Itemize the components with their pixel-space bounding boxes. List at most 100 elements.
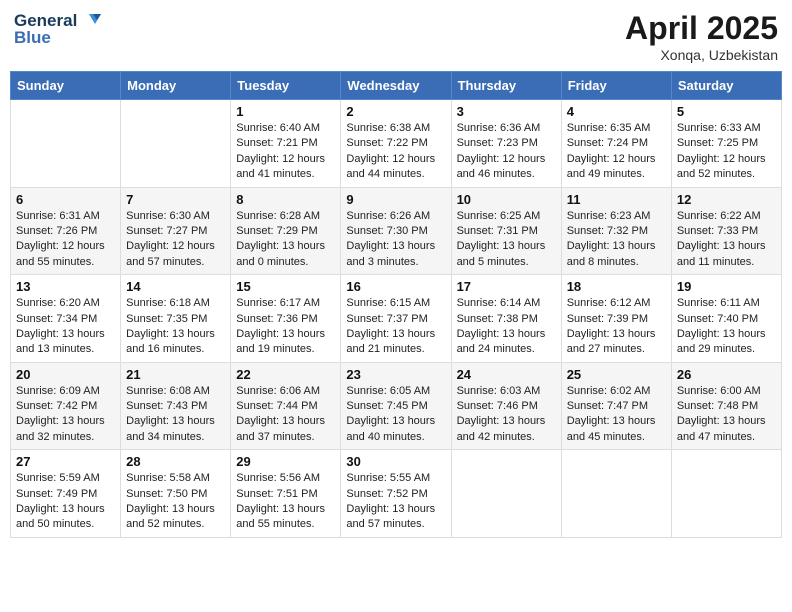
day-number: 8: [236, 192, 335, 207]
day-number: 29: [236, 454, 335, 469]
day-info: Sunrise: 6:31 AMSunset: 7:26 PMDaylight:…: [16, 209, 115, 271]
calendar-cell: 28 Sunrise: 5:58 AMSunset: 7:50 PMDayligh…: [121, 450, 231, 538]
day-number: 6: [16, 192, 115, 207]
calendar-cell: 10Sunrise: 6:25 AMSunset: 7:31 PMDayligh…: [451, 187, 561, 275]
calendar-cell: 14 Sunrise: 6:18 AMSunset: 7:35 PMDayligh…: [121, 275, 231, 363]
day-info: Sunrise: 6:18 AMSunset: 7:35 PMDaylight:…: [126, 296, 225, 358]
day-info: Sunrise: 6:23 AMSunset: 7:32 PMDaylight:…: [567, 209, 666, 271]
column-header-thursday: Thursday: [451, 72, 561, 100]
day-number: 4: [567, 104, 666, 119]
day-info: Sunrise: 6:36 AMSunset: 7:23 PMDaylight:…: [457, 121, 556, 183]
day-info: Sunrise: 6:11 AMSunset: 7:40 PMDaylight:…: [677, 296, 776, 358]
logo: General Blue: [14, 10, 101, 48]
calendar-week-row: 1 Sunrise: 6:40 AMSunset: 7:21 PMDaylight…: [11, 100, 782, 188]
day-info: Sunrise: 6:06 AMSunset: 7:44 PMDaylight:…: [236, 384, 335, 446]
calendar-cell: 24 Sunrise: 6:03 AMSunset: 7:46 PMDayligh…: [451, 362, 561, 450]
calendar-week-row: 13 Sunrise: 6:20 AMSunset: 7:34 PMDayligh…: [11, 275, 782, 363]
calendar-cell: 18 Sunrise: 6:12 AMSunset: 7:39 PMDayligh…: [561, 275, 671, 363]
day-number: 5: [677, 104, 776, 119]
day-info: Sunrise: 6:12 AMSunset: 7:39 PMDaylight:…: [567, 296, 666, 358]
day-info: Sunrise: 6:33 AMSunset: 7:25 PMDaylight:…: [677, 121, 776, 183]
calendar-cell: 2Sunrise: 6:38 AMSunset: 7:22 PMDaylight…: [341, 100, 451, 188]
day-number: 25: [567, 367, 666, 382]
column-header-monday: Monday: [121, 72, 231, 100]
month-title: April 2025: [625, 10, 778, 47]
calendar-cell: 13 Sunrise: 6:20 AMSunset: 7:34 PMDayligh…: [11, 275, 121, 363]
day-number: 9: [346, 192, 445, 207]
day-info: Sunrise: 6:38 AMSunset: 7:22 PMDaylight:…: [346, 121, 445, 183]
day-number: 17: [457, 279, 556, 294]
day-number: 16: [346, 279, 445, 294]
day-info: Sunrise: 6:05 AMSunset: 7:45 PMDaylight:…: [346, 384, 445, 446]
day-info: Sunrise: 6:20 AMSunset: 7:34 PMDaylight:…: [16, 296, 115, 358]
day-number: 24: [457, 367, 556, 382]
day-info: Sunrise: 6:03 AMSunset: 7:46 PMDaylight:…: [457, 384, 556, 446]
calendar-cell: [121, 100, 231, 188]
day-number: 27: [16, 454, 115, 469]
calendar-cell: 8 Sunrise: 6:28 AMSunset: 7:29 PMDaylight…: [231, 187, 341, 275]
column-header-wednesday: Wednesday: [341, 72, 451, 100]
day-info: Sunrise: 5:58 AMSunset: 7:50 PMDaylight:…: [126, 471, 225, 533]
calendar-cell: [561, 450, 671, 538]
calendar-week-row: 20Sunrise: 6:09 AMSunset: 7:42 PMDayligh…: [11, 362, 782, 450]
day-info: Sunrise: 5:56 AMSunset: 7:51 PMDaylight:…: [236, 471, 335, 533]
day-number: 13: [16, 279, 115, 294]
day-number: 7: [126, 192, 225, 207]
calendar-cell: 5 Sunrise: 6:33 AMSunset: 7:25 PMDaylight…: [671, 100, 781, 188]
title-block: April 2025 Xonqa, Uzbekistan: [625, 10, 778, 63]
calendar-cell: 6 Sunrise: 6:31 AMSunset: 7:26 PMDaylight…: [11, 187, 121, 275]
day-info: Sunrise: 6:17 AMSunset: 7:36 PMDaylight:…: [236, 296, 335, 358]
calendar-cell: [11, 100, 121, 188]
day-info: Sunrise: 6:14 AMSunset: 7:38 PMDaylight:…: [457, 296, 556, 358]
day-number: 3: [457, 104, 556, 119]
calendar-cell: 26 Sunrise: 6:00 AMSunset: 7:48 PMDayligh…: [671, 362, 781, 450]
day-info: Sunrise: 6:15 AMSunset: 7:37 PMDaylight:…: [346, 296, 445, 358]
day-number: 18: [567, 279, 666, 294]
column-header-tuesday: Tuesday: [231, 72, 341, 100]
day-info: Sunrise: 6:28 AMSunset: 7:29 PMDaylight:…: [236, 209, 335, 271]
column-header-sunday: Sunday: [11, 72, 121, 100]
day-info: Sunrise: 6:26 AMSunset: 7:30 PMDaylight:…: [346, 209, 445, 271]
column-header-saturday: Saturday: [671, 72, 781, 100]
calendar-cell: 21Sunrise: 6:08 AMSunset: 7:43 PMDayligh…: [121, 362, 231, 450]
day-number: 26: [677, 367, 776, 382]
day-info: Sunrise: 6:25 AMSunset: 7:31 PMDaylight:…: [457, 209, 556, 271]
calendar-cell: [671, 450, 781, 538]
day-info: Sunrise: 6:22 AMSunset: 7:33 PMDaylight:…: [677, 209, 776, 271]
day-number: 1: [236, 104, 335, 119]
logo-icon: [79, 10, 101, 32]
day-number: 14: [126, 279, 225, 294]
day-info: Sunrise: 5:59 AMSunset: 7:49 PMDaylight:…: [16, 471, 115, 533]
day-info: Sunrise: 6:00 AMSunset: 7:48 PMDaylight:…: [677, 384, 776, 446]
calendar-cell: [451, 450, 561, 538]
calendar-cell: 4 Sunrise: 6:35 AMSunset: 7:24 PMDaylight…: [561, 100, 671, 188]
calendar-cell: 16 Sunrise: 6:15 AMSunset: 7:37 PMDayligh…: [341, 275, 451, 363]
day-number: 23: [346, 367, 445, 382]
day-info: Sunrise: 6:40 AMSunset: 7:21 PMDaylight:…: [236, 121, 335, 183]
calendar-header-row: SundayMondayTuesdayWednesdayThursdayFrid…: [11, 72, 782, 100]
calendar-cell: 27 Sunrise: 5:59 AMSunset: 7:49 PMDayligh…: [11, 450, 121, 538]
day-number: 21: [126, 367, 225, 382]
day-number: 12: [677, 192, 776, 207]
logo-container: General Blue: [14, 10, 101, 48]
day-info: Sunrise: 6:02 AMSunset: 7:47 PMDaylight:…: [567, 384, 666, 446]
day-info: Sunrise: 5:55 AMSunset: 7:52 PMDaylight:…: [346, 471, 445, 533]
day-info: Sunrise: 6:09 AMSunset: 7:42 PMDaylight:…: [16, 384, 115, 446]
calendar-week-row: 27 Sunrise: 5:59 AMSunset: 7:49 PMDayligh…: [11, 450, 782, 538]
calendar-week-row: 6 Sunrise: 6:31 AMSunset: 7:26 PMDaylight…: [11, 187, 782, 275]
day-info: Sunrise: 6:35 AMSunset: 7:24 PMDaylight:…: [567, 121, 666, 183]
location: Xonqa, Uzbekistan: [625, 47, 778, 63]
calendar-table: SundayMondayTuesdayWednesdayThursdayFrid…: [10, 71, 782, 538]
day-number: 28: [126, 454, 225, 469]
page-header: General Blue April 2025 Xonqa, Uzbekista…: [10, 10, 782, 63]
calendar-cell: 30Sunrise: 5:55 AMSunset: 7:52 PMDayligh…: [341, 450, 451, 538]
calendar-cell: 11 Sunrise: 6:23 AMSunset: 7:32 PMDayligh…: [561, 187, 671, 275]
day-number: 11: [567, 192, 666, 207]
calendar-cell: 15Sunrise: 6:17 AMSunset: 7:36 PMDayligh…: [231, 275, 341, 363]
calendar-cell: 12 Sunrise: 6:22 AMSunset: 7:33 PMDayligh…: [671, 187, 781, 275]
calendar-cell: 19Sunrise: 6:11 AMSunset: 7:40 PMDayligh…: [671, 275, 781, 363]
column-header-friday: Friday: [561, 72, 671, 100]
calendar-cell: 20Sunrise: 6:09 AMSunset: 7:42 PMDayligh…: [11, 362, 121, 450]
day-number: 22: [236, 367, 335, 382]
logo-blue: Blue: [14, 28, 51, 48]
